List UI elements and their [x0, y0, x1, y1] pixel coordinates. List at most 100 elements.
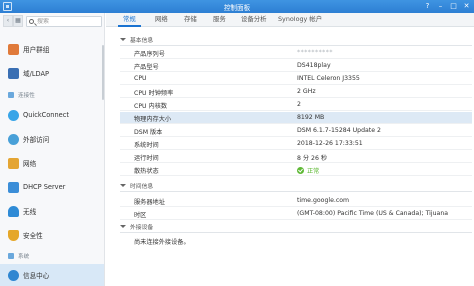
collapse-arrow-icon [120, 38, 126, 41]
row-value: (GMT-08:00) Pacific Time (US & Canada); … [297, 210, 449, 217]
info-row-timezone: 时区 (GMT-08:00) Pacific Time (US & Canada… [120, 208, 472, 220]
row-value: 正常 [297, 166, 319, 175]
sidebar-item-label: 域/LDAP [23, 70, 49, 78]
row-value: DS418play [297, 62, 331, 69]
window-title: 控制面板 [223, 4, 251, 12]
domain-icon [8, 67, 19, 79]
minimize-button[interactable]: – [436, 2, 445, 11]
row-key: 散热状态 [134, 168, 159, 175]
group-external-devices[interactable]: 外接设备 [120, 222, 153, 231]
row-key: 服务器地址 [134, 199, 165, 206]
sidebar-item-security[interactable]: 安全性 [0, 224, 104, 246]
info-row-cpu-clock: CPU 时钟频率 2 GHz [120, 86, 472, 98]
sidebar-item-label: 用户群组 [23, 46, 50, 54]
sidebar: ‹ ▦ 用户群组 域/LDAP 连接性 QuickConnect 外部访问 网络… [0, 13, 105, 286]
info-row-cpu-cores: CPU 内核数 2 [120, 99, 472, 111]
row-key: 系统时间 [134, 142, 159, 149]
tab-synology-account[interactable]: Synology 帐户 [273, 13, 327, 27]
search-box[interactable] [26, 16, 102, 27]
shield-icon [8, 229, 19, 241]
row-key: DSM 版本 [134, 129, 163, 136]
row-value: 2018-12-26 17:33:51 [297, 140, 363, 147]
group-divider [120, 45, 472, 46]
sidebar-item-label: 安全性 [23, 232, 43, 240]
sidebar-item-external-access[interactable]: 外部访问 [0, 128, 104, 150]
info-icon [8, 269, 19, 281]
sidebar-item-domain-ldap[interactable]: 域/LDAP [0, 62, 104, 84]
info-row-ntp-server: 服务器地址 time.google.com [120, 195, 472, 207]
info-row-cpu: CPU INTEL Celeron J3355 [120, 73, 472, 85]
tab-network[interactable]: 网络 [150, 13, 173, 27]
check-ok-icon [297, 167, 304, 174]
tab-general[interactable]: 常规 [118, 13, 141, 27]
sidebar-item-info-center[interactable]: 信息中心 [0, 264, 104, 286]
group-time-label: 时间信息 [130, 184, 154, 190]
sidebar-item-users[interactable]: 用户群组 [0, 38, 104, 60]
info-row-dsm-version: DSM 版本 DSM 6.1.7-15284 Update 2 [120, 125, 472, 137]
dhcp-icon [8, 181, 19, 193]
row-key: CPU 内核数 [134, 103, 168, 110]
network-icon [8, 157, 19, 169]
group-time-info[interactable]: 时间信息 [120, 181, 153, 190]
row-key: 产品型号 [134, 64, 159, 71]
group-divider [120, 191, 472, 192]
tab-bar: 常规 网络 存储 服务 设备分析 Synology 帐户 [106, 13, 474, 27]
info-row-system-time: 系统时间 2018-12-26 17:33:51 [120, 138, 472, 150]
collapse-arrow-icon [120, 184, 126, 187]
help-button[interactable]: ? [423, 2, 432, 11]
sidebar-item-quickconnect[interactable]: QuickConnect [0, 104, 104, 126]
row-key: 运行时间 [134, 155, 159, 162]
section-connectivity: 连接性 [0, 90, 104, 100]
tab-device-analytics[interactable]: 设备分析 [236, 13, 272, 27]
sidebar-item-label: 无线 [23, 208, 37, 216]
info-row-no-external-device: 尚未连接外接设备。 [120, 235, 472, 247]
sidebar-item-label: 信息中心 [23, 272, 50, 280]
section-system: 系统 [0, 251, 104, 261]
sidebar-item-dhcp-server[interactable]: DHCP Server [0, 176, 104, 198]
group-basic-info[interactable]: 基本信息 [120, 35, 153, 44]
row-value: DSM 6.1.7-15284 Update 2 [297, 127, 381, 134]
info-row-model: 产品型号 DS418play [120, 60, 472, 72]
row-key: 产品序列号 [134, 51, 165, 58]
search-input[interactable] [37, 18, 99, 25]
thermal-status-text: 正常 [307, 168, 320, 175]
row-key: CPU 时钟频率 [134, 90, 174, 97]
sidebar-item-label: QuickConnect [23, 111, 69, 119]
connectivity-section-icon [8, 92, 14, 98]
row-key: 物理内存大小 [134, 116, 172, 123]
sidebar-item-wireless[interactable]: 无线 [0, 200, 104, 222]
row-key: 时区 [134, 212, 147, 219]
grid-view-button[interactable]: ▦ [13, 15, 23, 27]
info-row-serial: 产品序列号 ********** [120, 47, 472, 59]
close-button[interactable]: ✕ [462, 2, 471, 11]
section-connectivity-label: 连接性 [18, 93, 35, 99]
section-system-label: 系统 [18, 254, 30, 260]
wifi-icon [8, 205, 19, 217]
group-external-label: 外接设备 [130, 225, 154, 231]
sidebar-item-label: DHCP Server [23, 183, 66, 191]
globe-icon [8, 133, 19, 145]
back-button[interactable]: ‹ [3, 15, 13, 27]
group-basic-label: 基本信息 [130, 38, 154, 44]
group-divider [120, 232, 472, 233]
row-value: 2 [297, 101, 301, 108]
info-row-thermal-status: 散热状态 正常 [120, 164, 472, 176]
row-key: 尚未连接外接设备。 [134, 239, 190, 246]
maximize-button[interactable]: □ [449, 2, 458, 11]
tab-storage[interactable]: 存储 [179, 13, 202, 27]
row-value: INTEL Celeron J3355 [297, 75, 360, 82]
tab-service[interactable]: 服务 [208, 13, 231, 27]
main-panel: 常规 网络 存储 服务 设备分析 Synology 帐户 基本信息 产品序列号 … [106, 13, 474, 286]
sidebar-scrollbar[interactable] [102, 45, 104, 100]
users-icon [8, 43, 19, 55]
sidebar-item-network[interactable]: 网络 [0, 152, 104, 174]
quickconnect-icon [8, 109, 19, 121]
row-value: time.google.com [297, 197, 350, 204]
info-row-uptime: 运行时间 8 分 26 秒 [120, 151, 472, 163]
row-value: 8192 MB [297, 114, 325, 121]
row-key: CPU [134, 75, 147, 82]
search-icon [29, 19, 34, 24]
system-section-icon [8, 253, 14, 259]
row-value: 2 GHz [297, 88, 316, 95]
sidebar-item-label: 外部访问 [23, 136, 50, 144]
